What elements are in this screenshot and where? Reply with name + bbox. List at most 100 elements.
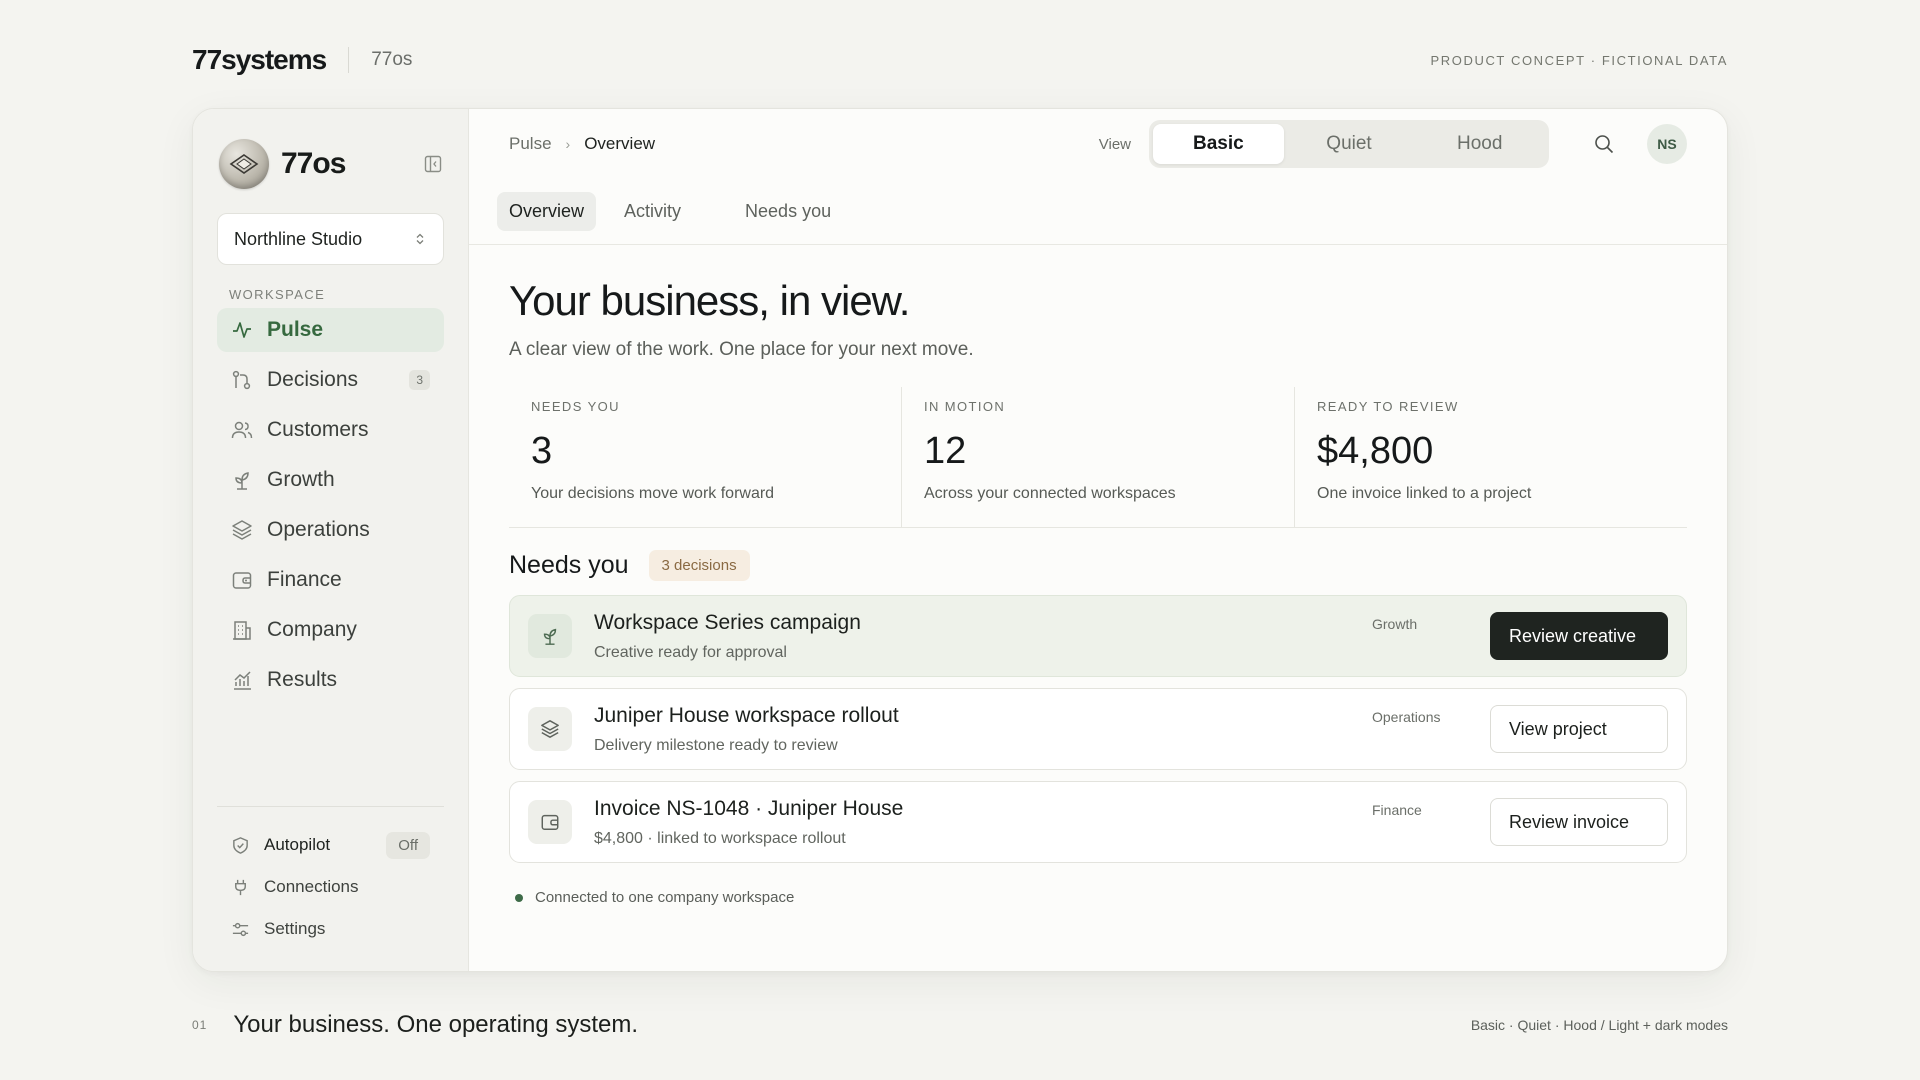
card-text: Invoice NS-1048 · Juniper House $4,800 ·… [594, 797, 903, 848]
card-subtitle: $4,800 · linked to workspace rollout [594, 829, 846, 847]
decision-list: Workspace Series campaign Creative ready… [509, 595, 1687, 863]
card-title: Juniper House workspace rollout [594, 703, 899, 727]
autopilot-toggle[interactable]: Autopilot Off [217, 825, 444, 865]
review-creative-button[interactable]: Review creative [1490, 612, 1668, 660]
decision-card[interactable]: Workspace Series campaign Creative ready… [509, 595, 1687, 677]
wallet-icon [528, 800, 572, 844]
slide-number: 01 [192, 1018, 208, 1032]
main-panel: Pulse › Overview View Basic Quiet Hood N… [469, 109, 1727, 971]
building-icon [233, 621, 251, 640]
view-option-quiet[interactable]: Quiet [1284, 124, 1415, 164]
stat-description: Your decisions move work forward [531, 485, 775, 502]
sidebar-item-label: Finance [267, 568, 342, 591]
page-subtitle: A clear view of the work. One place for … [509, 339, 974, 360]
sprout-icon [528, 614, 572, 658]
breadcrumb-root[interactable]: Pulse [509, 134, 552, 154]
topbar: Pulse › Overview View Basic Quiet Hood N… [469, 109, 1727, 179]
shield-check-icon [233, 836, 248, 854]
stat-label: NEEDS YOU [531, 399, 620, 414]
stat-in-motion: IN MOTION 12 Across your connected works… [902, 387, 1295, 527]
card-title: Invoice NS-1048 · Juniper House [594, 796, 904, 820]
plug-icon [235, 879, 246, 895]
review-invoice-button[interactable]: Review invoice [1490, 798, 1668, 846]
sidebar-item-label: Settings [264, 919, 326, 938]
needs-you-header: Needs you 3 decisions [509, 550, 1687, 581]
view-project-button[interactable]: View project [1490, 705, 1668, 753]
decision-card[interactable]: Juniper House workspace rollout Delivery… [509, 688, 1687, 770]
sliders-icon [232, 922, 249, 936]
connection-status: Connected to one company workspace [509, 889, 1687, 906]
sidebar-header: 77os [219, 137, 442, 191]
sidebar-item-connections[interactable]: Connections [217, 867, 444, 907]
layers-icon [232, 520, 252, 540]
stat-value: $4,800 [1317, 430, 1434, 472]
status-dot-icon [515, 893, 523, 902]
decisions-count-pill: 3 decisions [648, 550, 750, 581]
card-text: Workspace Series campaign Creative ready… [594, 611, 861, 662]
stat-needs-you: NEEDS YOU 3 Your decisions move work for… [509, 387, 902, 527]
sidebar-item-growth[interactable]: Growth [217, 458, 444, 502]
sidebar-item-label: Decisions [267, 368, 359, 391]
sidebar-item-label: Connections [264, 877, 359, 896]
page-header: 77systems 77os PRODUCT CONCEPT · FICTION… [192, 40, 1728, 80]
customers-icon [231, 421, 253, 439]
sidebar-item-label: Results [267, 668, 338, 691]
card-category: Operations [1372, 709, 1441, 725]
user-avatar[interactable]: NS [1647, 124, 1687, 164]
sidebar-nav: Pulse Decisions 3 Customers Growth Opera… [217, 308, 444, 702]
stat-value: 3 [531, 430, 553, 472]
chart-icon [234, 671, 251, 690]
brand-divider [348, 47, 350, 73]
view-option-hood[interactable]: Hood [1414, 124, 1545, 164]
view-option-basic[interactable]: Basic [1153, 124, 1284, 164]
sidebar-item-decisions[interactable]: Decisions 3 [217, 358, 444, 402]
sidebar-item-settings[interactable]: Settings [217, 909, 444, 949]
card-text: Juniper House workspace rollout Delivery… [594, 704, 899, 755]
tagline: Your business. One operating system. [233, 1011, 639, 1038]
breadcrumb-current: Overview [584, 134, 656, 153]
concept-note: PRODUCT CONCEPT · FICTIONAL DATA [1430, 52, 1728, 68]
wallet-icon [232, 572, 252, 589]
stat-value: 12 [924, 430, 967, 472]
breadcrumb: Pulse › Overview [509, 134, 655, 154]
collapse-sidebar-icon[interactable] [424, 155, 442, 173]
stat-label: IN MOTION [924, 399, 1006, 414]
sidebar-item-pulse[interactable]: Pulse [217, 308, 444, 352]
app-logo-icon [219, 139, 269, 189]
tab-needs-you[interactable]: Needs you [733, 192, 843, 231]
sidebar: 77os Northline Studio WORKSPACE Pulse De… [193, 109, 469, 971]
sidebar-item-label: Growth [267, 468, 335, 491]
autopilot-state-badge[interactable]: Off [386, 831, 430, 859]
app-window: 77os Northline Studio WORKSPACE Pulse De… [192, 108, 1728, 972]
chevron-updown-icon [416, 233, 424, 245]
view-mode-switcher: Basic Quiet Hood [1149, 120, 1549, 168]
sidebar-item-label: Customers [267, 418, 369, 441]
org-switcher[interactable]: Northline Studio [217, 213, 444, 265]
sidebar-item-operations[interactable]: Operations [217, 508, 444, 552]
pulse-icon [233, 322, 251, 338]
stats-row: NEEDS YOU 3 Your decisions move work for… [509, 387, 1687, 528]
page-footer: 01 Your business. One operating system. … [192, 1010, 1728, 1040]
decisions-icon [232, 370, 251, 390]
tab-bar: Overview Activity Needs you [469, 179, 1727, 245]
sidebar-item-label: Operations [267, 518, 370, 541]
tab-overview[interactable]: Overview [497, 192, 597, 231]
sidebar-item-customers[interactable]: Customers [217, 408, 444, 452]
search-icon[interactable] [1593, 133, 1615, 155]
sidebar-item-finance[interactable]: Finance [217, 558, 444, 602]
sidebar-item-label: Company [267, 618, 357, 641]
card-subtitle: Delivery milestone ready to review [594, 736, 838, 754]
overview-content: Your business, in view. A clear view of … [469, 245, 1727, 906]
decision-card[interactable]: Invoice NS-1048 · Juniper House $4,800 ·… [509, 781, 1687, 863]
autopilot-label: Autopilot [264, 835, 331, 854]
sidebar-item-results[interactable]: Results [217, 658, 444, 702]
card-title: Workspace Series campaign [594, 610, 861, 634]
sidebar-item-company[interactable]: Company [217, 608, 444, 652]
tab-activity[interactable]: Activity [612, 192, 693, 231]
sprout-icon [235, 472, 249, 490]
connection-status-text: Connected to one company workspace [535, 889, 795, 906]
stat-description: One invoice linked to a project [1317, 485, 1532, 502]
section-title: Needs you [509, 551, 629, 579]
card-subtitle: Creative ready for approval [594, 643, 787, 661]
stat-description: Across your connected workspaces [924, 485, 1176, 502]
